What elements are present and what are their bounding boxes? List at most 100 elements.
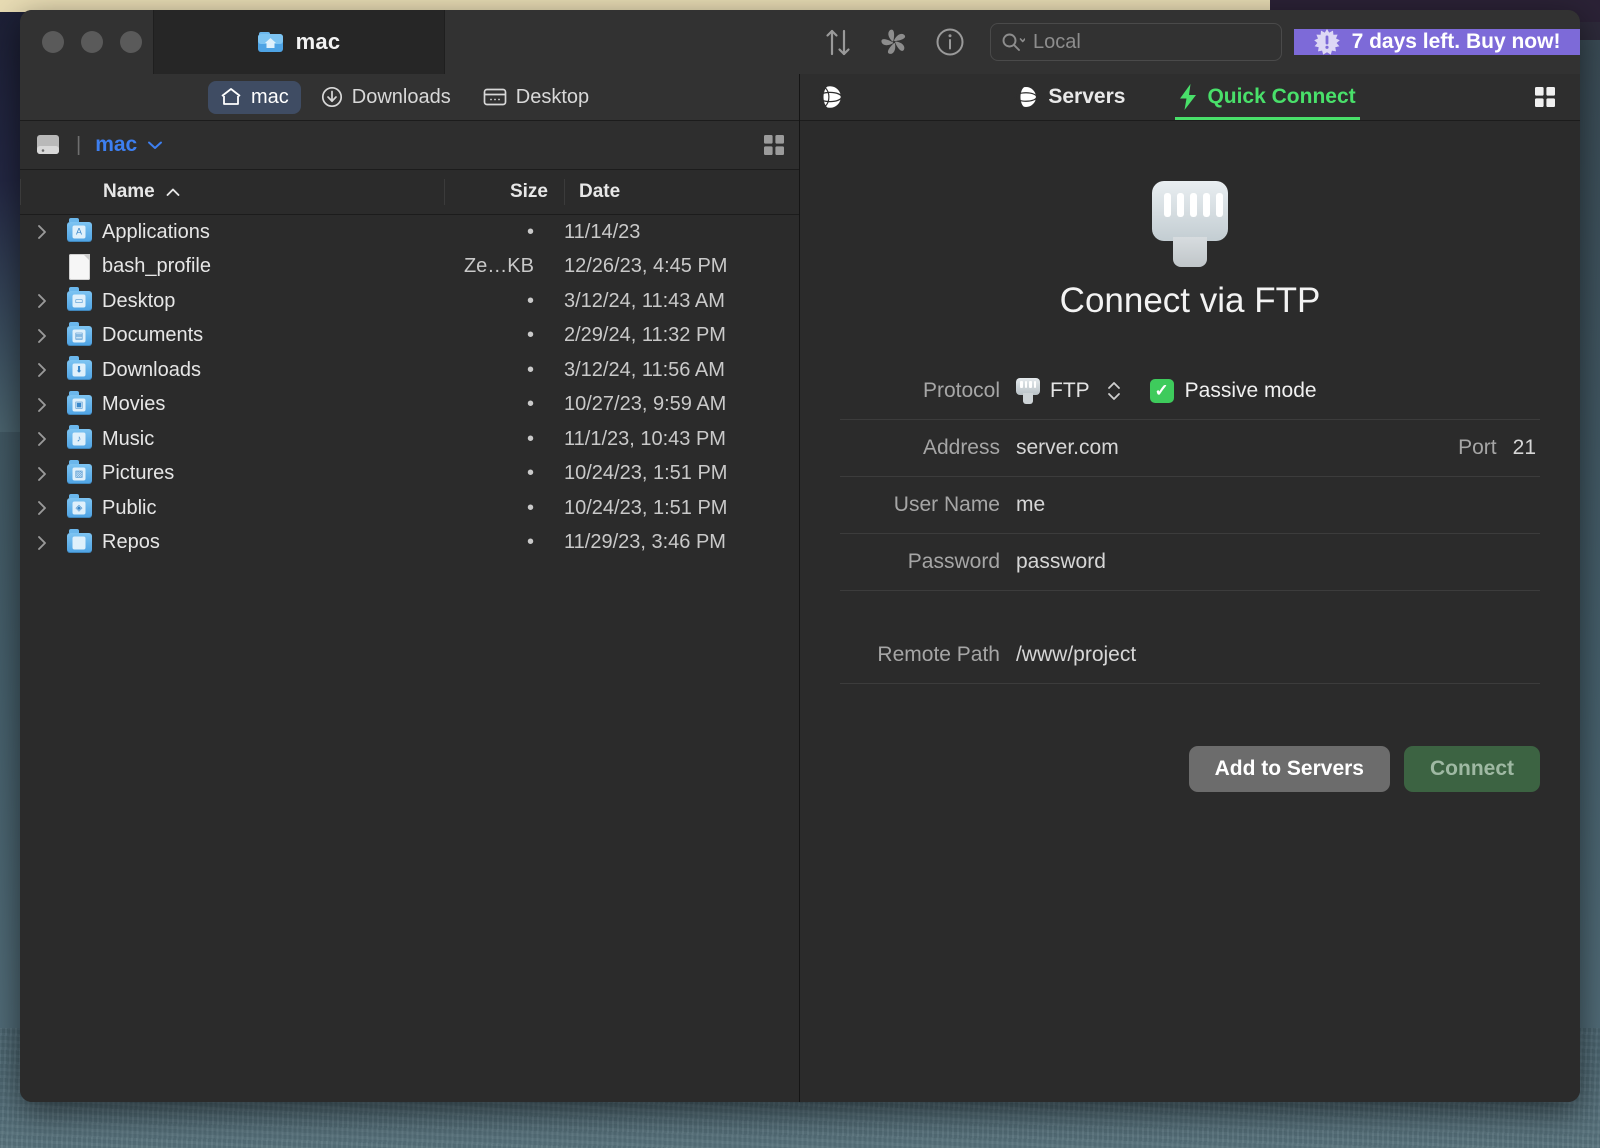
disclosure-chevron-icon[interactable] bbox=[20, 223, 64, 241]
file-name: Movies bbox=[102, 393, 166, 416]
disclosure-chevron-icon[interactable] bbox=[20, 534, 64, 552]
port-input[interactable]: 21 bbox=[1513, 436, 1540, 460]
table-row[interactable]: ♪ Music • 11/1/23, 10:43 PM bbox=[20, 422, 799, 457]
buy-now-banner[interactable]: 7 days left. Buy now! bbox=[1294, 29, 1580, 55]
maximize-button[interactable] bbox=[120, 31, 142, 53]
ethernet-plug-icon bbox=[1152, 181, 1228, 267]
folder-icon: ▣ bbox=[64, 390, 94, 415]
globe-icon[interactable] bbox=[800, 84, 860, 110]
breadcrumb-mac[interactable]: mac bbox=[95, 133, 137, 157]
disclosure-chevron-icon[interactable] bbox=[20, 292, 64, 310]
column-date[interactable]: Date bbox=[564, 179, 799, 205]
info-circle-icon[interactable] bbox=[922, 10, 978, 74]
disclosure-chevron-icon[interactable] bbox=[20, 430, 64, 448]
lightning-bolt-icon bbox=[1179, 84, 1197, 110]
panel-title: Connect via FTP bbox=[1059, 281, 1321, 320]
path-bar: | mac bbox=[20, 121, 799, 170]
table-row[interactable]: Repos • 11/29/23, 3:46 PM bbox=[20, 526, 799, 561]
file-size: • bbox=[526, 531, 534, 554]
up-down-stepper-icon[interactable] bbox=[1106, 380, 1122, 402]
file-size: • bbox=[526, 462, 534, 485]
passive-mode-checkbox[interactable]: ✓ Passive mode bbox=[1149, 379, 1317, 403]
file-date: 10/24/23, 1:51 PM bbox=[564, 462, 728, 485]
file-size: Ze…KB bbox=[463, 255, 534, 278]
column-name-label: Name bbox=[103, 181, 155, 202]
file-size: • bbox=[526, 496, 534, 519]
file-size: • bbox=[526, 427, 534, 450]
favorite-downloads[interactable]: Downloads bbox=[309, 81, 463, 114]
file-name: Documents bbox=[102, 324, 204, 347]
protocol-select[interactable]: FTP bbox=[1016, 378, 1128, 404]
address-label: Address bbox=[922, 436, 1000, 459]
column-name[interactable]: Name bbox=[20, 179, 444, 205]
close-button[interactable] bbox=[42, 31, 64, 53]
divider bbox=[840, 683, 1540, 684]
search-input[interactable]: Local bbox=[990, 23, 1282, 61]
username-input[interactable]: me bbox=[1016, 493, 1540, 517]
favorite-mac[interactable]: mac bbox=[208, 80, 301, 114]
password-label: Password bbox=[907, 550, 1000, 573]
file-name: Desktop bbox=[102, 289, 176, 312]
path-separator: | bbox=[76, 133, 82, 156]
tab-quick-connect[interactable]: Quick Connect bbox=[1175, 74, 1360, 120]
file-date: 11/29/23, 3:46 PM bbox=[564, 531, 726, 554]
buy-now-label: 7 days left. Buy now! bbox=[1351, 30, 1561, 53]
search-magnifier-icon bbox=[1001, 32, 1025, 52]
column-size[interactable]: Size bbox=[444, 179, 564, 205]
disclosure-chevron-icon[interactable] bbox=[20, 327, 64, 345]
table-row[interactable]: ⬇ Downloads • 3/12/24, 11:56 AM bbox=[20, 353, 799, 388]
file-size: • bbox=[526, 220, 534, 243]
search-placeholder: Local bbox=[1033, 30, 1081, 53]
folder-icon bbox=[64, 528, 94, 553]
add-to-servers-button[interactable]: Add to Servers bbox=[1188, 746, 1390, 792]
grid-view-icon[interactable] bbox=[763, 134, 785, 156]
home-icon bbox=[220, 87, 242, 107]
file-size: • bbox=[526, 393, 534, 416]
folder-icon: ▨ bbox=[64, 459, 94, 484]
download-circle-icon bbox=[321, 86, 343, 108]
file-date: 12/26/23, 4:45 PM bbox=[564, 255, 728, 278]
folder-icon: ▤ bbox=[64, 321, 94, 346]
file-date: 11/1/23, 10:43 PM bbox=[564, 427, 726, 450]
minimize-button[interactable] bbox=[81, 31, 103, 53]
transfers-arrows-icon[interactable] bbox=[810, 10, 866, 74]
file-name: bash_profile bbox=[102, 255, 211, 278]
favorite-label: Desktop bbox=[515, 85, 590, 108]
grid-view-icon[interactable] bbox=[1510, 86, 1580, 108]
table-row[interactable]: ◈ Public • 10/24/23, 1:51 PM bbox=[20, 491, 799, 526]
hard-drive-icon[interactable] bbox=[34, 133, 62, 157]
table-row[interactable]: A Applications • 11/14/23 bbox=[20, 215, 799, 250]
protocol-row: Protocol FTP ✓ Passive mode bbox=[840, 363, 1540, 419]
window-tab-mac[interactable]: mac bbox=[154, 10, 444, 74]
panes-container: mac Downloads Desktop | mac Name Size Da… bbox=[20, 74, 1580, 1102]
window-controls[interactable] bbox=[20, 10, 153, 74]
favorite-desktop[interactable]: Desktop bbox=[471, 81, 601, 114]
table-row[interactable]: ▣ Movies • 10/27/23, 9:59 AM bbox=[20, 388, 799, 423]
address-row: Address server.com Port 21 bbox=[840, 420, 1540, 476]
disclosure-chevron-icon[interactable] bbox=[20, 361, 64, 379]
disclosure-chevron-icon[interactable] bbox=[20, 396, 64, 414]
file-list[interactable]: A Applications • 11/14/23 bash_profile Ze…KB 1… bbox=[20, 215, 799, 1102]
tab-servers[interactable]: Servers bbox=[1014, 74, 1125, 120]
address-input[interactable]: server.com bbox=[1016, 436, 1458, 460]
file-size: • bbox=[526, 289, 534, 312]
toolbar: Local 7 days left. Buy now! bbox=[445, 10, 1580, 74]
file-size: • bbox=[526, 324, 534, 347]
file-size: • bbox=[526, 358, 534, 381]
burst-badge-icon bbox=[1313, 29, 1340, 55]
password-input[interactable]: password bbox=[1016, 550, 1540, 574]
connect-button[interactable]: Connect bbox=[1404, 746, 1540, 792]
table-row[interactable]: bash_profile Ze…KB 12/26/23, 4:45 PM bbox=[20, 250, 799, 285]
chevron-down-icon[interactable] bbox=[146, 139, 164, 151]
table-row[interactable]: ▨ Pictures • 10/24/23, 1:51 PM bbox=[20, 457, 799, 492]
file-name: Downloads bbox=[102, 358, 201, 381]
disclosure-chevron-icon[interactable] bbox=[20, 465, 64, 483]
disclosure-chevron-icon[interactable] bbox=[20, 499, 64, 517]
favorite-label: mac bbox=[251, 85, 289, 108]
sync-pinwheel-icon[interactable] bbox=[866, 10, 922, 74]
window-title: mac bbox=[295, 29, 341, 54]
table-row[interactable]: ▤ Documents • 2/29/24, 11:32 PM bbox=[20, 319, 799, 354]
remote-path-input[interactable]: /www/project bbox=[1016, 643, 1540, 667]
table-row[interactable]: ▭ Desktop • 3/12/24, 11:43 AM bbox=[20, 284, 799, 319]
